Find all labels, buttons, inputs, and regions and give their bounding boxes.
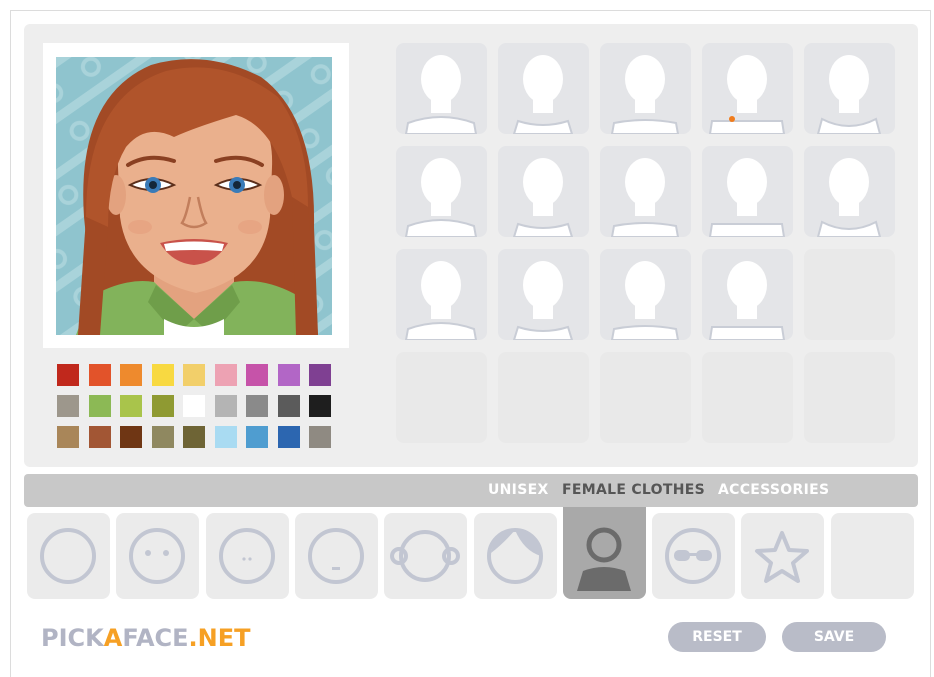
empty-slot xyxy=(804,249,895,340)
logo-text-a: A xyxy=(103,624,123,652)
tab-bar: UNISEX FEMALE CLOTHES ACCESSORIES xyxy=(24,474,918,507)
logo-text-pick: PICK xyxy=(41,624,104,652)
category-button[interactable] xyxy=(474,513,557,599)
color-swatch[interactable] xyxy=(214,426,237,448)
color-swatch[interactable] xyxy=(277,364,300,386)
color-swatch[interactable] xyxy=(151,426,174,448)
color-swatch[interactable] xyxy=(309,395,331,417)
category-button[interactable] xyxy=(206,513,289,599)
category-button[interactable] xyxy=(652,513,735,599)
color-swatch[interactable] xyxy=(309,426,331,448)
category-button[interactable] xyxy=(563,507,646,599)
category-button-empty xyxy=(831,513,914,599)
clothing-option[interactable] xyxy=(396,249,487,340)
tab-unisex[interactable]: UNISEX xyxy=(488,482,549,498)
color-swatch[interactable] xyxy=(246,364,268,386)
color-swatch[interactable] xyxy=(151,395,174,417)
tab-accessories[interactable]: ACCESSORIES xyxy=(718,482,829,498)
glasses-icon xyxy=(665,528,721,584)
color-swatch[interactable] xyxy=(57,426,79,448)
color-swatch[interactable] xyxy=(120,364,142,386)
face-shape-icon xyxy=(40,528,96,584)
clothing-option[interactable] xyxy=(498,249,589,340)
color-swatch[interactable] xyxy=(246,395,268,417)
eyes-icon xyxy=(129,528,185,584)
hair-icon xyxy=(487,528,543,584)
clothing-option[interactable] xyxy=(804,43,895,134)
color-swatch[interactable] xyxy=(183,364,205,386)
color-swatch[interactable] xyxy=(120,395,142,417)
clothing-option[interactable] xyxy=(498,43,589,134)
color-swatch[interactable] xyxy=(88,364,111,386)
color-swatch[interactable] xyxy=(277,395,300,417)
color-swatch[interactable] xyxy=(183,395,205,417)
color-swatch[interactable] xyxy=(277,426,300,448)
empty-slot xyxy=(498,352,589,443)
category-button[interactable] xyxy=(384,513,467,599)
tab-female-clothes[interactable]: FEMALE CLOTHES xyxy=(562,482,705,498)
color-swatch[interactable] xyxy=(214,364,237,386)
color-swatch[interactable] xyxy=(57,395,79,417)
clothing-option[interactable] xyxy=(600,146,691,237)
color-swatch[interactable] xyxy=(309,364,331,386)
category-button[interactable] xyxy=(27,513,110,599)
clothing-option[interactable] xyxy=(702,146,793,237)
avatar-preview xyxy=(56,57,332,335)
empty-slot xyxy=(804,352,895,443)
logo-text-net: .NET xyxy=(188,624,251,652)
empty-slot xyxy=(600,352,691,443)
clothes-icon xyxy=(577,527,631,591)
star-icon xyxy=(755,531,809,583)
clothing-option[interactable] xyxy=(702,43,793,134)
clothing-option[interactable] xyxy=(498,146,589,237)
logo: PICKAFACE.NET xyxy=(41,624,251,652)
color-swatch[interactable] xyxy=(151,364,174,386)
color-swatch[interactable] xyxy=(214,395,237,417)
clothing-option[interactable] xyxy=(702,249,793,340)
clothing-option[interactable] xyxy=(396,43,487,134)
save-button[interactable]: SAVE xyxy=(782,622,886,652)
color-swatch[interactable] xyxy=(88,426,111,448)
clothing-option[interactable] xyxy=(600,249,691,340)
category-button[interactable] xyxy=(116,513,199,599)
empty-slot xyxy=(702,352,793,443)
color-swatch[interactable] xyxy=(183,426,205,448)
reset-button[interactable]: RESET xyxy=(668,622,766,652)
clothing-option[interactable] xyxy=(600,43,691,134)
color-swatch[interactable] xyxy=(57,364,79,386)
empty-slot xyxy=(396,352,487,443)
clothing-option[interactable] xyxy=(804,146,895,237)
logo-text-face: FACE xyxy=(122,624,189,652)
category-button[interactable] xyxy=(295,513,378,599)
color-swatch[interactable] xyxy=(246,426,268,448)
eyes-small-icon xyxy=(219,528,275,584)
category-button[interactable] xyxy=(741,513,824,599)
ears-icon xyxy=(390,530,460,582)
color-swatch[interactable] xyxy=(120,426,142,448)
clothing-option[interactable] xyxy=(396,146,487,237)
mouth-icon xyxy=(308,528,364,584)
color-swatch[interactable] xyxy=(88,395,111,417)
